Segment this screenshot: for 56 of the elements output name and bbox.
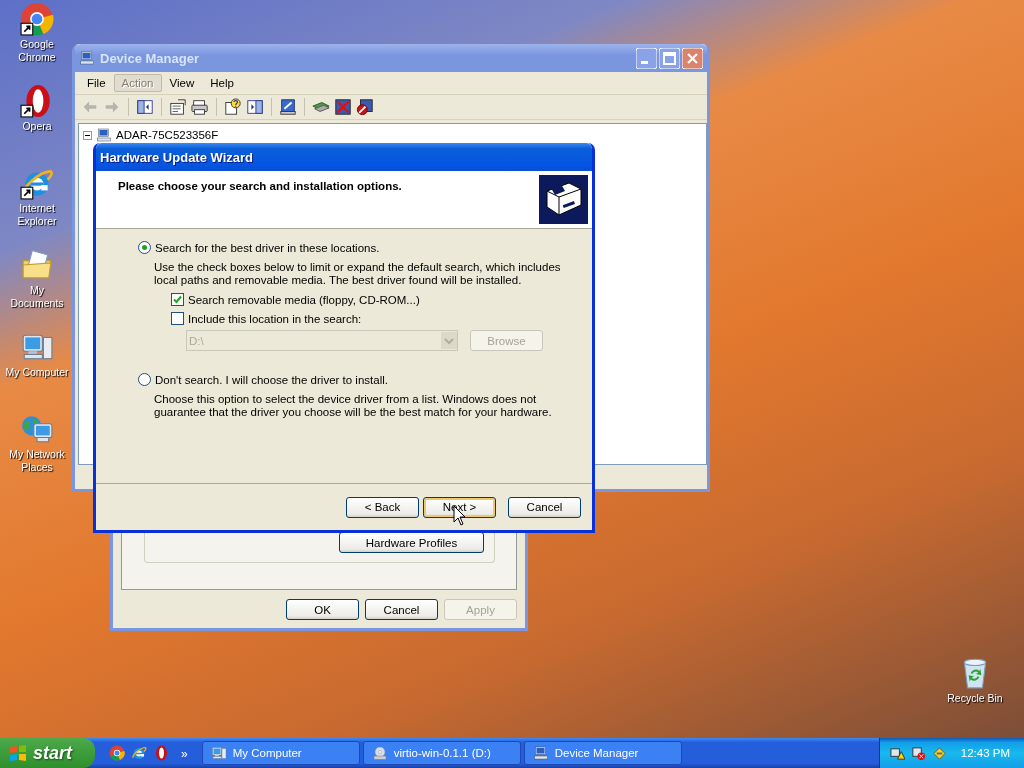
wizard-heading: Please choose your search and installation options. [118,179,402,194]
browse-button: Browse [470,330,543,351]
checkbox-label[interactable]: Include this location in the search: [188,312,362,325]
desktop-icon-label[interactable]: Opera [22,120,52,133]
chrome-logo-icon[interactable] [20,2,54,36]
close-button[interactable] [682,47,703,69]
desktop-icon-label[interactable]: Recycle Bin [947,692,1003,705]
opera-logo-icon[interactable] [153,745,169,761]
dialog-button: Apply [444,599,517,620]
pane-icon[interactable] [136,98,154,116]
network-error-icon[interactable] [910,745,926,761]
window-title: Hardware Update Wizard [100,149,255,165]
device-remove-icon[interactable] [334,98,352,116]
properties-icon[interactable] [169,98,187,116]
wizard-button[interactable]: Cancel [508,496,581,518]
option-description: Use the check boxes below to limit or expand the default search, which includes local paths and removable media. The best driver found will be installed. [154,261,562,287]
dialog-button[interactable]: OK [286,599,359,620]
taskbar-button[interactable]: Device Manager [523,741,682,765]
cd-drive-icon [371,745,388,761]
computer-icon [96,127,112,143]
device-disable-icon[interactable] [356,98,374,116]
computer-icon [79,50,95,66]
wizard-button[interactable]: < Back [346,496,419,518]
checkbox[interactable] [171,293,184,306]
location-dropdown: D:\ [186,330,458,351]
taskbar-button[interactable]: My Computer [201,741,360,765]
help-icon[interactable] [224,98,242,116]
collapse-icon[interactable] [83,130,92,140]
option-description: Choose this option to select the device driver from a list. Windows does not guarantee that the driver you choose will be the best match for your hardware. [154,393,553,419]
clock: 12:43 PM [960,747,1010,759]
tray-device-icon[interactable] [931,745,947,761]
menu-item[interactable]: View [161,74,203,92]
overflow-chevron[interactable]: » [181,747,188,761]
monitor-icon[interactable] [279,98,297,116]
menu-item[interactable]: Help [202,74,242,92]
radio-button[interactable] [138,373,151,386]
checkbox[interactable] [171,312,184,325]
computer-icon [532,745,549,761]
pane-icon[interactable] [246,98,264,116]
tree-item[interactable]: ADAR-75C523356F [116,129,219,141]
dialog-button[interactable]: Cancel [365,599,438,620]
printer-icon[interactable] [191,98,209,116]
window-title: Device Manager [100,50,200,66]
taskbar-button[interactable]: virtio-win-0.1.1 (D:) [362,741,521,765]
checkmark-icon [172,294,183,305]
hardware-profiles-button[interactable]: Hardware Profiles [339,532,484,553]
windows-flag-icon [8,743,28,763]
radio-label[interactable]: Don't search. I will choose the driver to install. [155,373,388,386]
network-warning-icon[interactable] [889,745,905,761]
menu-item[interactable]: File [79,74,114,92]
radio-button[interactable] [138,241,151,254]
desktop-icon-label[interactable]: Google Chrome [2,38,72,64]
computer-icon [210,745,227,761]
ie-logo-icon[interactable] [131,745,147,761]
radio-label[interactable]: Search for the best driver in these locations. [155,241,380,254]
checkbox-label[interactable]: Search removable media (floppy, CD-ROM...) [188,293,420,306]
